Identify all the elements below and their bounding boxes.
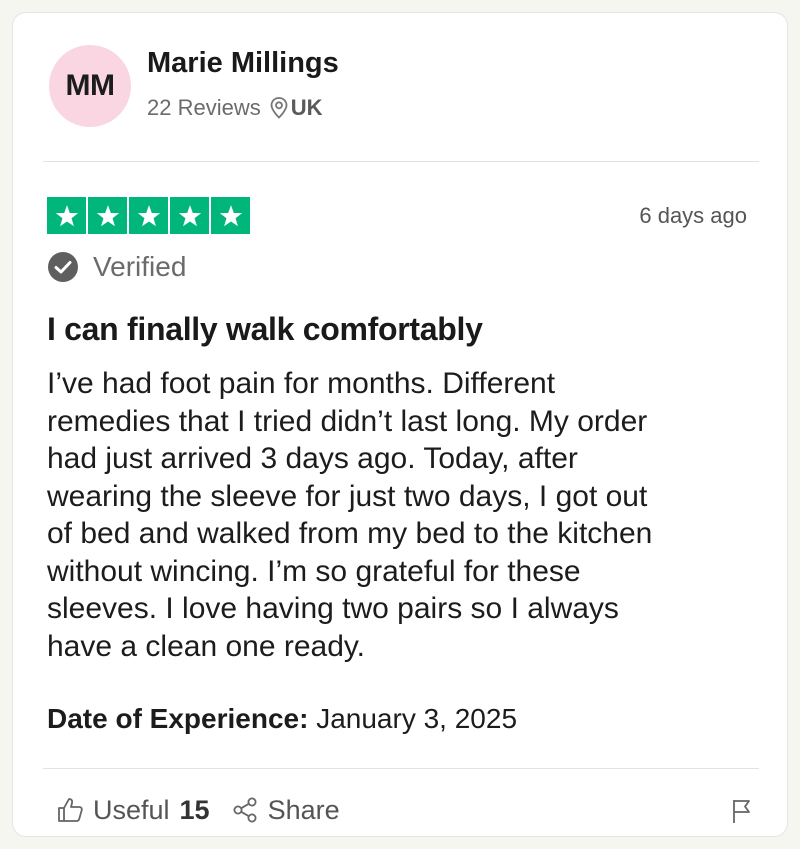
useful-button[interactable]: Useful 15	[55, 795, 210, 826]
experience-label: Date of Experience:	[47, 703, 309, 734]
header-divider	[43, 161, 759, 162]
date-of-experience: Date of Experience: January 3, 2025	[47, 703, 517, 735]
avatar-initials: MM	[65, 69, 115, 102]
star-rating	[47, 197, 250, 234]
review-body-line: have a clean one ready.	[47, 629, 366, 663]
reviewer-meta: 22 Reviews UK	[147, 95, 323, 121]
star-icon	[129, 197, 168, 234]
flag-icon[interactable]	[731, 798, 753, 824]
reviewer-name[interactable]: Marie Millings	[147, 47, 339, 80]
reviewer-country: UK	[290, 95, 323, 120]
avatar: MM	[49, 45, 131, 127]
review-body-line: without wincing. I’m so grateful for the…	[47, 554, 581, 588]
useful-count: 15	[179, 794, 210, 825]
star-icon	[88, 197, 127, 234]
thumbs-up-icon	[55, 795, 85, 825]
useful-label: Useful	[93, 794, 170, 825]
verified-badge[interactable]: Verified	[47, 251, 186, 283]
location-pin-icon	[269, 96, 289, 120]
share-icon	[230, 795, 260, 825]
review-body-line: wearing the sleeve for just two days, I …	[47, 479, 648, 513]
share-label: Share	[267, 794, 340, 825]
review-actions: Useful 15 Share	[55, 790, 753, 830]
review-title: I can finally walk comfortably	[47, 311, 483, 347]
footer-divider	[43, 768, 759, 769]
review-body-line: remedies that I tried didn’t last long. …	[47, 404, 648, 438]
star-icon	[47, 197, 86, 234]
check-circle-icon	[47, 251, 79, 283]
review-card: MM Marie Millings 22 Reviews UK 6 days a…	[12, 12, 788, 837]
verified-label: Verified	[93, 251, 187, 282]
review-body-line: of bed and walked from my bed to the kit…	[47, 517, 653, 550]
review-count: 22 Reviews	[147, 95, 261, 120]
posted-date: 6 days ago	[639, 203, 747, 228]
star-icon	[170, 197, 209, 234]
star-icon	[211, 197, 250, 234]
review-body: I’ve had foot pain for months. Different…	[47, 365, 759, 665]
review-body-line: sleeves. I love having two pairs so I al…	[47, 592, 619, 625]
share-button[interactable]: Share	[230, 795, 340, 826]
review-body-line: I’ve had foot pain for months. Different	[47, 367, 556, 400]
experience-date: January 3, 2025	[316, 703, 518, 734]
review-body-line: had just arrived 3 days ago. Today, afte…	[47, 442, 578, 475]
